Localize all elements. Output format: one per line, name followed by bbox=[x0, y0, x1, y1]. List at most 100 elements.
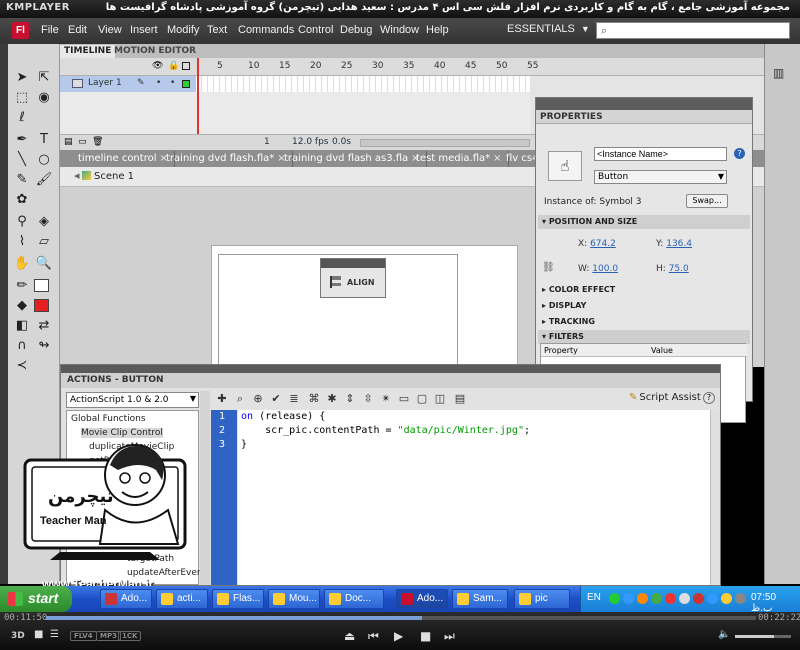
layer-outline-color[interactable] bbox=[182, 80, 190, 88]
language-indicator[interactable]: EN bbox=[587, 592, 601, 603]
script-editor[interactable]: on (release) { scr_pic.contentPath = "da… bbox=[238, 410, 710, 585]
actionscript-version-select[interactable]: ActionScript 1.0 & 2.0 ▼ bbox=[66, 392, 199, 408]
h-value[interactable]: 75.0 bbox=[669, 264, 689, 274]
next-icon[interactable]: ⏭ bbox=[444, 629, 455, 644]
playlist-icon[interactable]: ☰ bbox=[50, 629, 59, 640]
3d-badge[interactable]: 3D bbox=[8, 631, 28, 641]
task-button[interactable]: Doc... bbox=[324, 589, 384, 609]
comment-line-icon[interactable]: ▢ bbox=[415, 392, 429, 406]
eyedropper-icon[interactable]: ⌇ bbox=[12, 232, 32, 252]
y-value[interactable]: 136.4 bbox=[666, 239, 692, 249]
tray-icon[interactable] bbox=[651, 593, 662, 604]
search-input[interactable] bbox=[615, 24, 785, 37]
menu-window[interactable]: Window bbox=[380, 24, 419, 36]
selection-tool-icon[interactable]: ➤ bbox=[12, 68, 32, 88]
properties-header-bar[interactable] bbox=[536, 98, 752, 110]
tray-icon[interactable] bbox=[609, 593, 620, 604]
help-search[interactable]: ⌕ bbox=[596, 22, 790, 39]
stroke-color-swatch[interactable] bbox=[34, 279, 49, 292]
previous-icon[interactable]: ⏮ bbox=[368, 629, 379, 644]
new-folder-icon[interactable]: ▭ bbox=[78, 137, 87, 147]
tray-icon[interactable] bbox=[707, 593, 718, 604]
frame-rate[interactable]: 12.0 fps bbox=[292, 137, 328, 147]
tray-icon[interactable] bbox=[693, 593, 704, 604]
eraser-icon[interactable]: ▱ bbox=[34, 232, 54, 252]
zoom-tool-icon[interactable]: 🔍 bbox=[34, 254, 54, 274]
add-item-icon[interactable]: ✚ bbox=[215, 392, 229, 406]
color-effect-section[interactable]: ▸ COLOR EFFECT bbox=[538, 283, 750, 297]
code-hint-icon[interactable]: ⌘ bbox=[307, 392, 321, 406]
editor-vscroll[interactable] bbox=[710, 410, 720, 585]
tray-icon[interactable] bbox=[623, 593, 634, 604]
bone-tool-icon[interactable]: ⚲ bbox=[12, 212, 32, 232]
volume-icon[interactable] bbox=[735, 593, 746, 604]
h-field[interactable]: H: 75.0 bbox=[656, 264, 689, 274]
tray-icon[interactable] bbox=[679, 593, 690, 604]
play-icon[interactable]: ▶ bbox=[394, 629, 403, 643]
volume-slider[interactable] bbox=[735, 635, 791, 638]
menu-text[interactable]: Text bbox=[207, 24, 227, 36]
filters-section[interactable]: ▾ FILTERS bbox=[538, 330, 750, 344]
swap-colors-icon[interactable]: ⇄ bbox=[34, 316, 54, 336]
smooth-option-icon[interactable]: ↬ bbox=[34, 336, 54, 356]
align-panel[interactable]: ALIGN bbox=[320, 258, 386, 298]
swap-button[interactable]: Swap... bbox=[686, 194, 728, 208]
task-button[interactable]: Ado... bbox=[100, 589, 152, 609]
tab-motion-editor[interactable]: MOTION EDITOR bbox=[110, 45, 200, 58]
tracking-section[interactable]: ▸ TRACKING bbox=[538, 315, 750, 329]
pen-tool-icon[interactable]: ✒ bbox=[12, 130, 32, 150]
straighten-option-icon[interactable]: ≺ bbox=[12, 356, 32, 376]
oval-tool-icon[interactable]: ○ bbox=[34, 150, 54, 170]
instance-name-field[interactable] bbox=[594, 147, 727, 161]
uncomment-icon[interactable]: ◫ bbox=[433, 392, 447, 406]
collapse-icon[interactable]: ⇕ bbox=[343, 392, 357, 406]
eject-icon[interactable]: ⏏ bbox=[344, 629, 355, 643]
doc-tab[interactable]: test media.fla* × bbox=[410, 151, 509, 167]
library-icon[interactable]: ▥ bbox=[773, 66, 784, 80]
expand-icon[interactable]: ✴ bbox=[379, 392, 393, 406]
stroke-color-icon[interactable]: ✏ bbox=[12, 276, 32, 296]
black-white-icon[interactable]: ◧ bbox=[12, 316, 32, 336]
collapse-selection-icon[interactable]: ⇳ bbox=[361, 392, 375, 406]
w-value[interactable]: 100.0 bbox=[592, 264, 618, 274]
x-value[interactable]: 674.2 bbox=[590, 239, 616, 249]
tray-icon[interactable] bbox=[665, 593, 676, 604]
back-arrow-icon[interactable]: ◂ bbox=[74, 169, 80, 182]
stop-icon[interactable]: ■ bbox=[420, 629, 431, 643]
new-layer-icon[interactable]: ▤ bbox=[64, 137, 73, 147]
lock-icon[interactable]: 🔒 bbox=[168, 61, 179, 71]
seek-bar[interactable] bbox=[46, 616, 756, 620]
stop-small-icon[interactable]: ■ bbox=[34, 629, 43, 640]
hand-tool-icon[interactable]: ✋ bbox=[12, 254, 32, 274]
workspace-switcher[interactable]: ESSENTIALS ▼ bbox=[507, 23, 590, 39]
menu-view[interactable]: View bbox=[98, 24, 122, 36]
timeline-hscroll[interactable] bbox=[360, 139, 530, 147]
comment-block-icon[interactable]: ▭ bbox=[397, 392, 411, 406]
task-button[interactable]: Sam... bbox=[452, 589, 508, 609]
w-field[interactable]: W: 100.0 bbox=[578, 264, 618, 274]
position-size-section[interactable]: ▾ POSITION AND SIZE bbox=[538, 215, 750, 229]
delete-layer-icon[interactable]: 🗑 bbox=[92, 137, 103, 147]
deco-tool-icon[interactable]: ✿ bbox=[12, 190, 32, 210]
eye-icon[interactable]: 👁 bbox=[152, 61, 163, 71]
task-button[interactable]: Flas... bbox=[212, 589, 264, 609]
menu-control[interactable]: Control bbox=[298, 24, 333, 36]
3d-rotation-tool-icon[interactable]: ◉ bbox=[34, 88, 54, 108]
align-panel-header[interactable] bbox=[321, 259, 385, 268]
check-syntax-icon[interactable]: ✔ bbox=[269, 392, 283, 406]
start-button[interactable]: start bbox=[0, 586, 72, 612]
toolbox-toggle-icon[interactable]: ▤ bbox=[453, 392, 467, 406]
y-field[interactable]: Y: 136.4 bbox=[656, 239, 692, 249]
volume-icon[interactable]: 🔈 bbox=[718, 629, 730, 640]
tray-icon[interactable] bbox=[637, 593, 648, 604]
tree-item[interactable]: Movie Clip Control bbox=[81, 428, 163, 438]
symbol-type-select[interactable]: Button ▼ bbox=[594, 170, 727, 184]
panel-divider[interactable] bbox=[200, 391, 210, 585]
display-section[interactable]: ▸ DISPLAY bbox=[538, 299, 750, 313]
outline-icon[interactable] bbox=[182, 62, 190, 70]
menu-commands[interactable]: Commands bbox=[238, 24, 294, 36]
subselection-tool-icon[interactable]: ⇱ bbox=[34, 68, 54, 88]
auto-format-icon[interactable]: ≣ bbox=[287, 392, 301, 406]
doc-tab[interactable]: training dvd flash as3.fla × bbox=[278, 151, 427, 167]
brush-tool-icon[interactable]: 🖌 bbox=[34, 170, 54, 190]
